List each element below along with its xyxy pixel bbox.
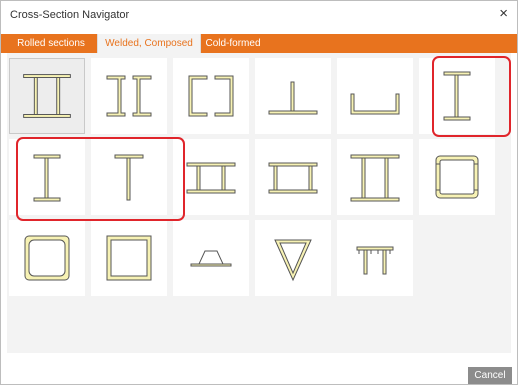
section-tile-triangle[interactable] [255,220,331,296]
cancel-button[interactable]: Cancel [468,367,512,384]
rounded-box-icon [24,235,70,281]
multi-t-section-icon [356,246,394,275]
tab-bar: Rolled sections Welded, Composed Cold-fo… [1,34,517,53]
section-tile-i-wide-flanges[interactable] [173,139,249,215]
close-icon[interactable]: × [499,6,508,22]
section-tile-double-channel[interactable] [91,58,167,134]
section-tile-open-channel[interactable] [337,58,413,134]
double-i-section-icon [23,74,71,118]
section-tile-box-flanged[interactable] [255,139,331,215]
section-tile-double-channel-box[interactable] [173,58,249,134]
double-channel-box-icon [188,75,234,117]
tab-rolled-sections[interactable]: Rolled sections [7,34,95,53]
i-with-wide-flanges-icon [186,162,236,194]
box-channel-icon [435,155,479,199]
trapezoid-icon [190,250,232,267]
section-tile-double-i[interactable] [9,58,85,134]
triangle-icon [274,239,312,282]
section-tile-welded-i[interactable] [9,139,85,215]
box-flanged-icon [268,162,318,194]
sections-grid [7,53,511,353]
tab-cold-formed[interactable]: Cold-formed [201,34,265,53]
welded-t-section-icon [114,154,144,201]
section-tile-rounded-box[interactable] [9,220,85,296]
section-tile-box-channel[interactable] [419,139,495,215]
title-bar: Cross-Section Navigator × [1,1,517,31]
section-tile-square-box[interactable] [91,220,167,296]
i-section-icon [443,71,471,121]
double-i-flanged-icon [350,154,400,202]
cross-section-navigator-window: Cross-Section Navigator × Rolled section… [0,0,518,385]
section-tile-i-section[interactable] [419,58,495,134]
double-channel-back-to-back-icon [106,75,152,117]
section-tile-t-on-plate[interactable] [255,58,331,134]
section-tile-double-i-flanged[interactable] [337,139,413,215]
section-tile-trapezoid[interactable] [173,220,249,296]
welded-i-section-icon [33,154,61,202]
section-tile-multi-t[interactable] [337,220,413,296]
open-channel-icon [350,93,400,115]
t-on-plate-icon [268,81,318,115]
window-title: Cross-Section Navigator [10,9,130,21]
section-tile-welded-t[interactable] [91,139,167,215]
footer: Cancel [1,353,517,384]
square-box-icon [106,235,152,281]
tab-welded-composed[interactable]: Welded, Composed [97,34,201,53]
